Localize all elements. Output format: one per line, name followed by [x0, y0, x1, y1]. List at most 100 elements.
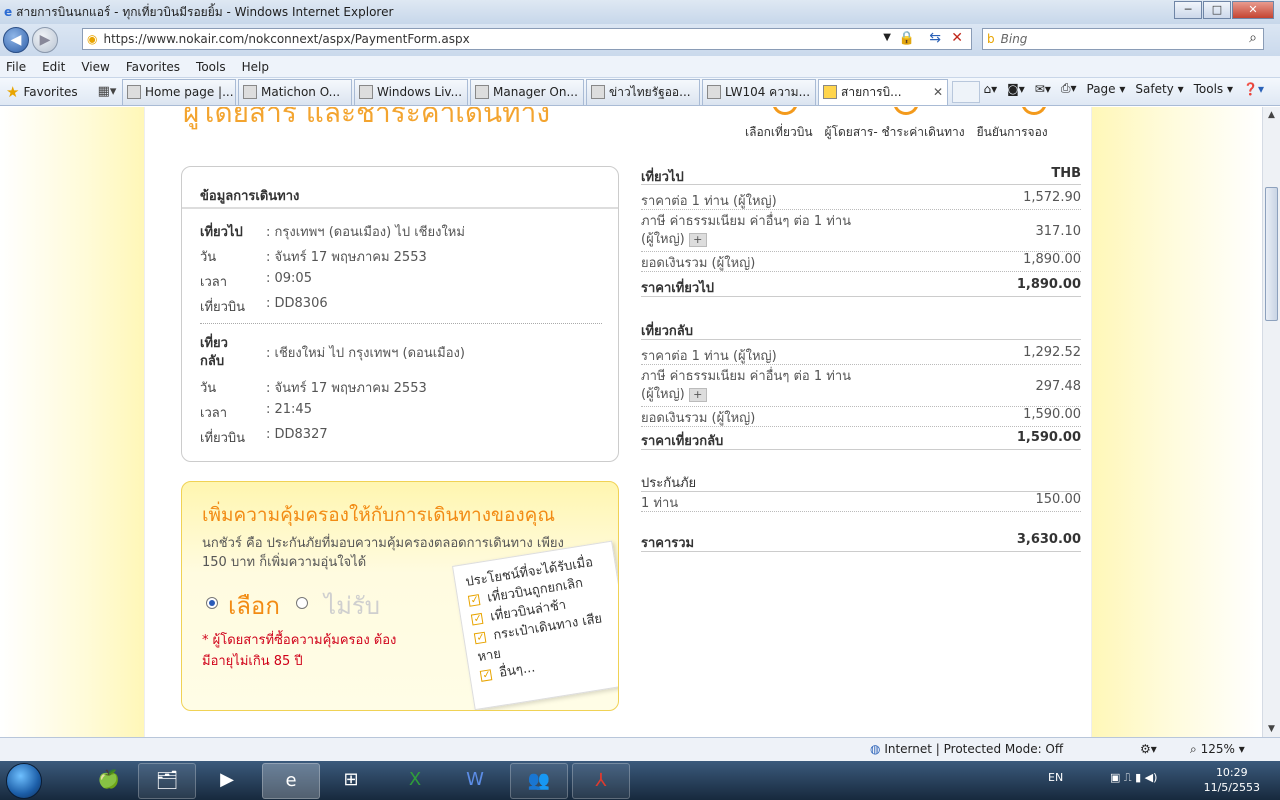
messenger-icon[interactable]: 👥 [510, 763, 568, 799]
url-input[interactable]: ◉ https://www.nokair.com/nokconnext/aspx… [82, 28, 972, 50]
menu-help[interactable]: Help [242, 60, 269, 74]
home-icon[interactable]: ⌂▾ [983, 82, 997, 96]
scroll-thumb[interactable] [1265, 187, 1278, 321]
title-bar: e สายการบินนกแอร์ - ทุกเที่ยวบินมีรอยยิ้… [0, 0, 1280, 24]
divider [641, 209, 1081, 210]
start-button[interactable] [6, 763, 42, 799]
explorer-icon[interactable]: 🗂 [138, 763, 196, 799]
tab-close-icon[interactable]: ✕ [933, 85, 943, 99]
command-bar: ⌂▾ ◙▾ ✉▾ ⎙▾ Page ▾ Safety ▾ Tools ▾ ❓▾ [973, 81, 1264, 96]
menu-favorites[interactable]: Favorites [126, 60, 180, 74]
scroll-up-icon[interactable]: ▲ [1263, 107, 1280, 123]
menu-file[interactable]: File [6, 60, 26, 74]
tab-label: Matichon O... [261, 85, 341, 99]
outbound-flight-row: เที่ยวบิน: DD8306 [200, 296, 328, 317]
menu-tools[interactable]: Tools [196, 60, 226, 74]
menu-view[interactable]: View [81, 60, 109, 74]
help-icon[interactable]: ❓▾ [1243, 82, 1264, 96]
insurance-no-radio[interactable] [296, 597, 308, 609]
stop-icon[interactable]: ✕ [951, 30, 963, 46]
outbound-sum: 1,890.00 [1023, 252, 1081, 267]
divider [641, 551, 1081, 552]
date-label: วัน [200, 381, 217, 396]
return-fare: 1,292.52 [1023, 345, 1081, 360]
checkbox-icon [479, 669, 493, 682]
excel-icon[interactable]: X [386, 763, 444, 799]
expand-tax-icon[interactable]: + [688, 233, 707, 247]
return-tax-row: ภาษี ค่าธรรมเนียม ค่าอื่นๆ ต่อ 1 ท่าน (ผู… [641, 368, 1081, 404]
return-label-line1: เที่ยว [200, 336, 228, 351]
grand-total: 3,630.00 [1016, 532, 1081, 547]
insurance-yes-label[interactable]: เลือก [228, 586, 280, 625]
security-zone[interactable]: ◍ Internet | Protected Mode: Off [870, 742, 1063, 756]
scroll-down-icon[interactable]: ▼ [1263, 721, 1280, 737]
step-passenger-payment: ผู้โดยสาร- ชำระค่าเดินทาง [824, 125, 965, 139]
tab-windows-live[interactable]: Windows Liv... [354, 78, 468, 105]
flight-label: เที่ยวบิน [200, 431, 246, 446]
close-button[interactable]: ✕ [1232, 1, 1274, 19]
url-dropdown-icon[interactable]: ▼ [883, 32, 891, 43]
maximize-button[interactable]: □ [1203, 1, 1231, 19]
search-input[interactable]: b Bing ⌕ [982, 28, 1264, 50]
divider [641, 184, 1081, 185]
lock-icon[interactable]: 🔒 [899, 31, 915, 46]
feeds-icon[interactable]: ◙▾ [1007, 82, 1025, 96]
network-icon[interactable]: ⊞ [322, 763, 380, 799]
trip-info-box: ข้อมูลการเดินทาง เที่ยวไป: กรุงเทพฯ (ดอน… [181, 166, 619, 462]
menu-edit[interactable]: Edit [42, 60, 65, 74]
internet-explorer-icon[interactable]: e [262, 763, 320, 799]
expand-tax-icon[interactable]: + [688, 388, 707, 402]
favorites-button[interactable]: ★ Favorites [6, 83, 92, 101]
print-icon[interactable]: ⎙▾ [1061, 81, 1077, 96]
return-route-row: เที่ยว กลับ: เชียงใหม่ ไป กรุงเทพฯ (ดอนเม… [200, 335, 465, 371]
tray-icons[interactable]: ▣ ⎍ ▮ ◀) [1110, 771, 1157, 785]
insurance-yes-radio[interactable] [206, 597, 218, 609]
mail-icon[interactable]: ✉▾ [1035, 82, 1051, 96]
step-indicator-icon [1021, 107, 1047, 115]
insurance-no-label[interactable]: ไม่รับ [324, 586, 380, 625]
checkbox-icon [467, 594, 481, 607]
booking-steps: เลือกเที่ยวบิน ผู้โดยสาร- ชำระค่าเดินทาง… [745, 123, 1060, 142]
tools-menu[interactable]: Tools ▾ [1194, 82, 1233, 96]
page-menu[interactable]: Page ▾ [1087, 82, 1126, 96]
sum-label: ยอดเงินรวม (ผู้ใหญ่) [641, 256, 756, 271]
tab-favicon-icon [127, 85, 141, 99]
tab-favicon-icon [243, 85, 257, 99]
clock[interactable]: 10:29 11/5/2553 [1204, 765, 1260, 795]
globe-icon: ◍ [870, 742, 881, 756]
apple-icon[interactable]: 🍏 [80, 763, 138, 799]
return-time: : 21:45 [266, 402, 312, 417]
outbound-total-row: ราคาเที่ยวไป 1,890.00 [641, 277, 1081, 298]
word-icon[interactable]: W [446, 763, 504, 799]
address-bar: ◀ ▶ ◉ https://www.nokair.com/nokconnext/… [0, 24, 1280, 56]
acrobat-icon[interactable]: ⅄ [572, 763, 630, 799]
media-player-icon[interactable]: ▶ [198, 763, 256, 799]
tab-thairath[interactable]: ข่าวไทยรัฐออ... [586, 78, 700, 105]
tab-label: Home page |... [145, 85, 234, 99]
tab-nokair[interactable]: สายการบิ... ✕ [818, 78, 948, 105]
tab-label: ข่าวไทยรัฐออ... [609, 84, 691, 99]
tax-label-line1: ภาษี ค่าธรรมเนียม ค่าอื่นๆ ต่อ 1 ท่าน [641, 369, 852, 384]
tab-lw104[interactable]: LW104 ความ... [702, 78, 816, 105]
refresh-icon[interactable]: ⇆ [929, 30, 941, 46]
sum-label: ยอดเงินรวม (ผู้ใหญ่) [641, 411, 756, 426]
tab-manager[interactable]: Manager On... [470, 78, 584, 105]
background-right [1092, 107, 1262, 737]
tab-home[interactable]: Home page |... [122, 78, 236, 105]
zoom-level[interactable]: ⌕ 125% ▾ [1190, 742, 1245, 757]
divider [641, 271, 1081, 272]
benefits-card: ประโยชน์ที่จะได้รับเมื่อ เที่ยวบินถูกยกเ… [452, 540, 618, 710]
star-icon: ★ [6, 82, 20, 101]
insurance-header-row: ประกันภัย [641, 472, 1081, 493]
search-placeholder: Bing [1000, 32, 1028, 46]
search-icon[interactable]: ⌕ [1249, 30, 1257, 46]
back-button[interactable]: ◀ [3, 27, 29, 53]
vertical-scrollbar[interactable]: ▲ ▼ [1262, 107, 1280, 737]
safety-menu[interactable]: Safety ▾ [1135, 82, 1183, 96]
language-indicator[interactable]: EN [1048, 771, 1063, 784]
protected-mode-icon[interactable]: ⚙▾ [1140, 742, 1157, 756]
quick-tabs-icon[interactable]: ▦▾ [92, 81, 122, 103]
minimize-button[interactable]: ─ [1174, 1, 1202, 19]
tab-matichon[interactable]: Matichon O... [238, 78, 352, 105]
forward-button[interactable]: ▶ [32, 27, 58, 53]
